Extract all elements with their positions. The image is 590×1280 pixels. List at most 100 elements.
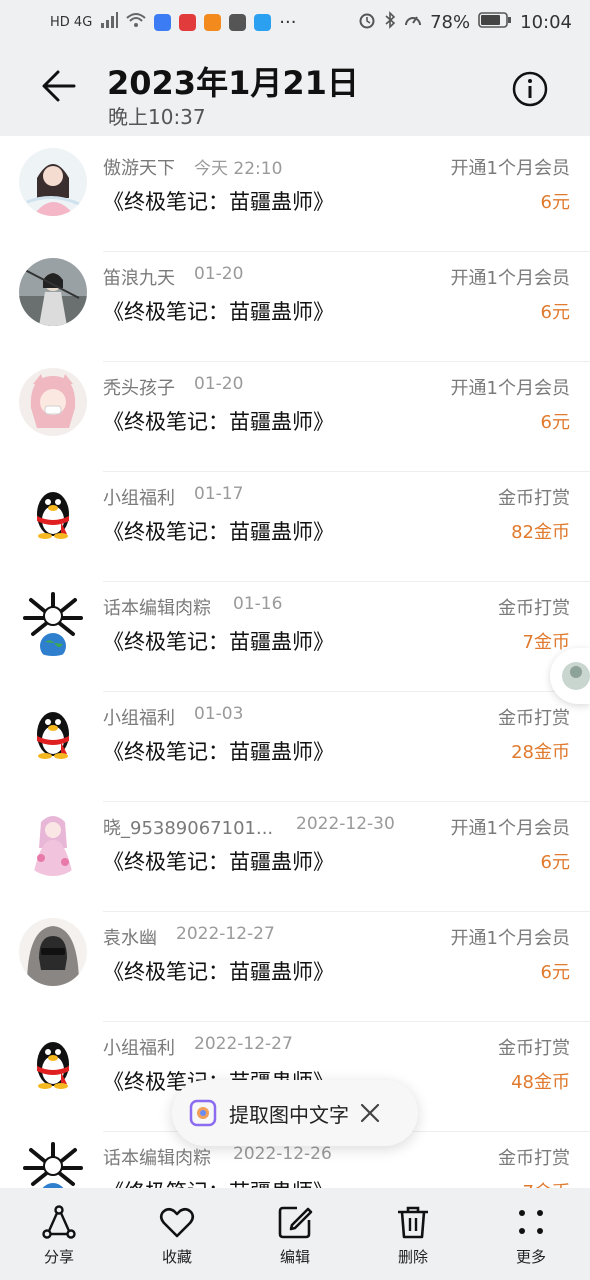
list-item[interactable]: 秃头孩子 01-20 《终极笔记：苗疆蛊师》 开通1个月会员 6元: [0, 362, 590, 472]
book-title: 《终极笔记：苗疆蛊师》: [103, 850, 334, 874]
hooded-avatar: [19, 918, 87, 986]
clock: 10:04: [520, 11, 572, 33]
entry-amount: 6元: [540, 192, 570, 213]
video-app-icon: [204, 13, 222, 31]
entry-type: 金币打赏: [498, 598, 570, 619]
speed-icon: [404, 11, 422, 34]
book-title: 《终极笔记：苗疆蛊师》: [103, 300, 334, 324]
info-icon: [512, 71, 548, 107]
book-title: 《终极笔记：苗疆蛊师》: [103, 960, 334, 984]
transaction-list: 傲游天下 今天 22:10 《终极笔记：苗疆蛊师》 开通1个月会员 6元 笛浪九…: [0, 136, 590, 1188]
alarm-icon: [358, 11, 376, 34]
list-item[interactable]: 笛浪九天 01-20 《终极笔记：苗疆蛊师》 开通1个月会员 6元: [0, 252, 590, 362]
book-title: 《终极笔记：苗疆蛊师》: [103, 410, 334, 434]
list-item[interactable]: 小组福利 01-17 《终极笔记：苗疆蛊师》 金币打赏 82金币: [0, 472, 590, 582]
entry-type: 金币打赏: [498, 1148, 570, 1169]
swordsman-avatar: [19, 258, 87, 326]
status-right: 78% 10:04: [358, 10, 572, 34]
share-label: 分享: [43, 1248, 74, 1266]
user-name: 笛浪九天: [103, 268, 175, 289]
pink-girl-avatar: [19, 808, 87, 876]
more-dots-icon: [519, 1210, 543, 1234]
floating-assistant-tab[interactable]: [550, 648, 590, 704]
entry-amount: 6元: [540, 852, 570, 873]
entry-amount: 6元: [540, 962, 570, 983]
edit-label: 编辑: [279, 1248, 310, 1266]
entry-date: 2022-12-27: [194, 1034, 293, 1054]
penguin-avatar: [19, 1028, 87, 1096]
entry-type: 开通1个月会员: [450, 158, 570, 179]
page-title: 2023年1月21日: [107, 64, 359, 102]
page-subtitle: 晚上10:37: [108, 105, 206, 129]
anime-avatar: [19, 368, 87, 436]
user-name: 话本编辑肉粽: [103, 598, 211, 619]
back-button[interactable]: [38, 64, 82, 108]
music-app-icon: [154, 13, 172, 31]
more-label: 更多: [515, 1248, 546, 1266]
entry-date: 2022-12-26: [233, 1144, 332, 1164]
entry-date: 01-03: [194, 704, 244, 724]
list-item[interactable]: 袁水幽 2022-12-27 《终极笔记：苗疆蛊师》 开通1个月会员 6元: [0, 912, 590, 1022]
search-app-icon: [254, 13, 272, 31]
book-title: 《终极笔记：苗疆蛊师》: [103, 630, 334, 654]
entry-type: 金币打赏: [498, 488, 570, 509]
share-icon: [42, 1205, 76, 1239]
entry-amount: 82金币: [511, 522, 570, 543]
penguin-avatar: [19, 478, 87, 546]
entry-date: 今天 22:10: [194, 159, 283, 179]
list-item[interactable]: 话本编辑肉粽 01-16 《终极笔记：苗疆蛊师》 金币打赏 7金币: [0, 582, 590, 692]
penguin-avatar: [19, 698, 87, 766]
entry-amount: 6元: [540, 412, 570, 433]
entry-type: 开通1个月会员: [450, 928, 570, 949]
user-name: 话本编辑肉粽: [103, 1148, 211, 1169]
entry-type: 金币打赏: [498, 1038, 570, 1059]
more-button[interactable]: 更多: [481, 1188, 581, 1280]
close-icon[interactable]: [359, 1102, 381, 1124]
entry-date: 01-20: [194, 264, 244, 284]
trash-icon: [398, 1206, 428, 1239]
entry-amount: 6元: [540, 302, 570, 323]
scan-text-icon: [189, 1099, 217, 1127]
delete-button[interactable]: 删除: [363, 1188, 463, 1280]
edit-icon: [278, 1206, 313, 1239]
entry-amount: 7金币: [523, 1178, 570, 1188]
user-name: 小组福利: [103, 488, 175, 509]
more-notifications-icon: ···: [279, 11, 297, 33]
extract-text-button[interactable]: 提取图中文字: [172, 1080, 418, 1146]
share-button[interactable]: 分享: [9, 1188, 109, 1280]
user-name: 秃头孩子: [103, 378, 175, 399]
wifi-icon: [126, 12, 146, 33]
assistant-icon: [562, 662, 590, 690]
reader-app-icon: [179, 13, 197, 31]
status-left: HD 4G ···: [50, 11, 297, 33]
battery-icon: [478, 11, 512, 34]
back-arrow-icon: [42, 70, 76, 102]
user-name: 小组福利: [103, 1038, 175, 1059]
entry-amount: 48金币: [511, 1072, 570, 1093]
list-item[interactable]: 小组福利 01-03 《终极笔记：苗疆蛊师》 金币打赏 28金币: [0, 692, 590, 802]
favorite-label: 收藏: [161, 1248, 192, 1266]
user-name: 袁水幽: [103, 928, 157, 949]
edit-button[interactable]: 编辑: [245, 1188, 345, 1280]
heart-icon: [159, 1207, 195, 1238]
network-indicator: HD 4G: [50, 14, 93, 30]
book-title: 《终极笔记：苗疆蛊师》: [103, 1176, 334, 1188]
entry-type: 金币打赏: [498, 708, 570, 729]
list-item[interactable]: 晓_95389067101... 2022-12-30 《终极笔记：苗疆蛊师》 …: [0, 802, 590, 912]
battery-percent: 78%: [430, 11, 471, 33]
extract-text-label: 提取图中文字: [229, 1102, 349, 1127]
book-title: 《终极笔记：苗疆蛊师》: [103, 740, 334, 764]
entry-date: 2022-12-27: [176, 924, 275, 944]
status-bar: HD 4G ··· 78% 10:04: [0, 0, 590, 44]
list-item[interactable]: 傲游天下 今天 22:10 《终极笔记：苗疆蛊师》 开通1个月会员 6元: [0, 142, 590, 252]
earth-avatar: [19, 1138, 87, 1188]
entry-type: 开通1个月会员: [450, 378, 570, 399]
info-button[interactable]: [511, 70, 549, 108]
signal-icon: [100, 11, 119, 33]
entry-type: 开通1个月会员: [450, 268, 570, 289]
top-bar: 2023年1月21日 晚上10:37: [0, 44, 590, 136]
favorite-button[interactable]: 收藏: [127, 1188, 227, 1280]
bluetooth-icon: [384, 10, 396, 34]
entry-date: 01-20: [194, 374, 244, 394]
entry-type: 开通1个月会员: [450, 818, 570, 839]
